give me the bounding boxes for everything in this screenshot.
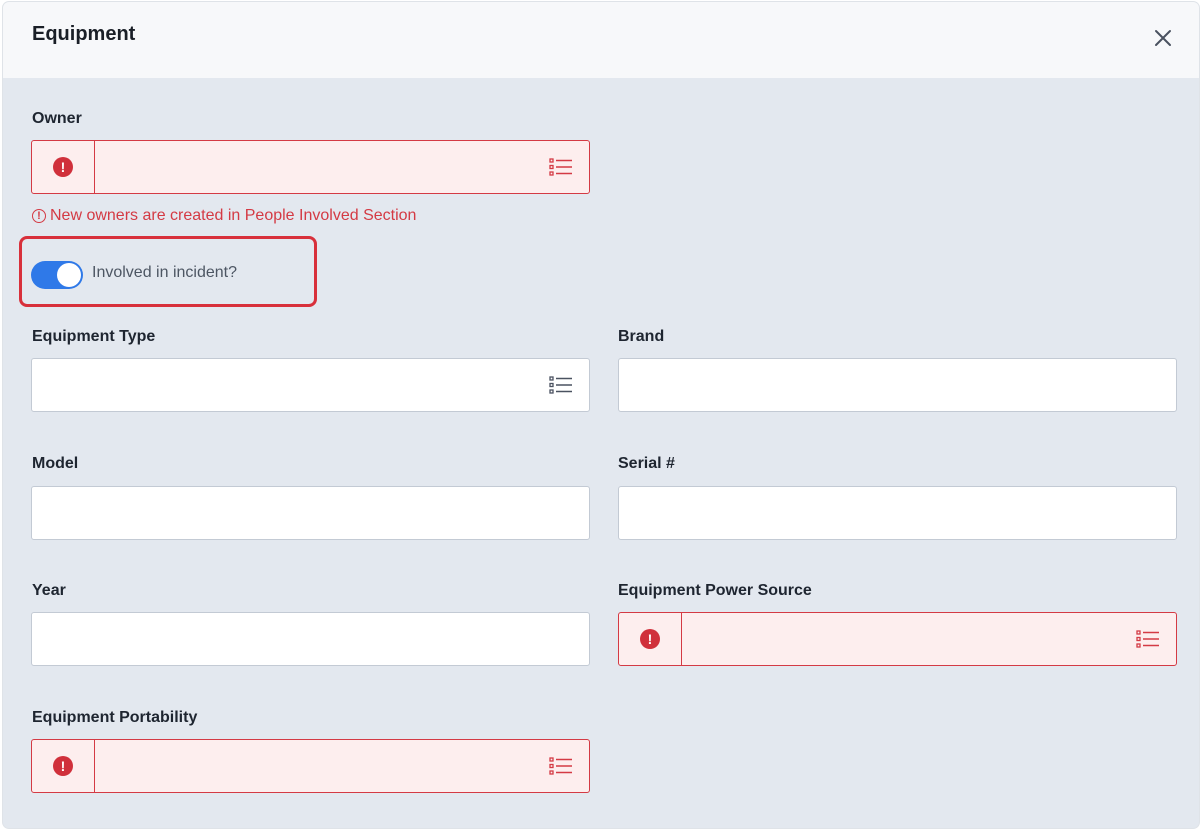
- dialog-header: Equipment: [3, 2, 1199, 78]
- list-icon[interactable]: [549, 375, 573, 395]
- equipment-type-select[interactable]: [31, 358, 590, 412]
- equipment-type-label: Equipment Type: [32, 328, 156, 345]
- serial-label: Serial #: [618, 455, 675, 472]
- power-source-error-cell: !: [619, 613, 682, 665]
- year-label: Year: [32, 582, 66, 599]
- involved-toggle[interactable]: [31, 261, 83, 289]
- exclamation-circle-icon: !: [640, 629, 660, 649]
- owner-error-cell: !: [32, 141, 95, 193]
- toggle-knob: [57, 263, 81, 287]
- year-input[interactable]: [31, 612, 590, 666]
- portability-error-cell: !: [32, 740, 95, 792]
- owner-hint: ! New owners are created in People Invol…: [32, 207, 416, 225]
- owner-hint-text: New owners are created in People Involve…: [50, 207, 417, 224]
- owner-label: Owner: [32, 110, 82, 127]
- power-source-label: Equipment Power Source: [618, 582, 812, 599]
- dialog-title: Equipment: [32, 23, 136, 45]
- portability-label: Equipment Portability: [32, 709, 198, 726]
- portability-select[interactable]: !: [31, 739, 590, 793]
- exclamation-circle-icon: !: [53, 756, 73, 776]
- owner-select[interactable]: !: [31, 140, 590, 194]
- list-icon[interactable]: [549, 157, 573, 177]
- brand-label: Brand: [618, 328, 665, 345]
- list-icon[interactable]: [549, 756, 573, 776]
- model-input[interactable]: [31, 486, 590, 540]
- power-source-select[interactable]: !: [618, 612, 1177, 666]
- involved-toggle-label: Involved in incident?: [92, 264, 237, 281]
- model-label: Model: [32, 455, 79, 472]
- exclamation-circle-icon: !: [53, 157, 73, 177]
- close-icon[interactable]: [1151, 26, 1175, 50]
- list-icon[interactable]: [1136, 629, 1160, 649]
- exclamation-circle-outline-icon: !: [32, 209, 46, 223]
- equipment-dialog: Equipment Owner ! ! New owners are creat…: [3, 2, 1199, 828]
- serial-input[interactable]: [618, 486, 1177, 540]
- brand-input[interactable]: [618, 358, 1177, 412]
